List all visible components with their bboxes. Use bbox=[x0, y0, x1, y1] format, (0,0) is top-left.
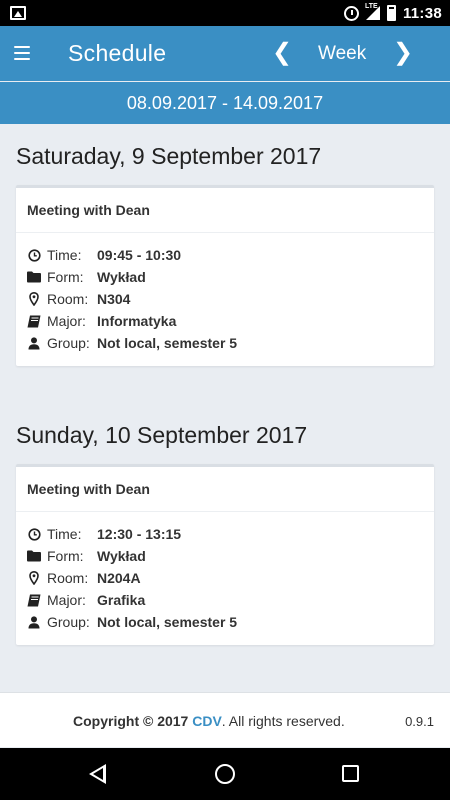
app-version: 0.9.1 bbox=[405, 714, 434, 729]
group-value: Not local, semester 5 bbox=[97, 335, 238, 351]
event-room-row: Room: N304 bbox=[27, 288, 423, 310]
event-time-row: Time: 12:30 - 13:15 bbox=[27, 523, 423, 545]
hamburger-menu-icon[interactable] bbox=[14, 46, 30, 60]
home-icon[interactable] bbox=[215, 764, 235, 784]
book-icon bbox=[27, 593, 41, 607]
image-notification-icon bbox=[10, 6, 26, 20]
status-time: 11:38 bbox=[402, 4, 442, 22]
time-label: Time: bbox=[47, 247, 82, 263]
copyright-prefix: Copyright © 2017 bbox=[73, 713, 189, 729]
event-group-row: Group: Not local, semester 5 bbox=[27, 611, 423, 633]
form-value: Wykład bbox=[97, 548, 146, 564]
event-time-row: Time: 09:45 - 10:30 bbox=[27, 244, 423, 266]
form-value: Wykład bbox=[97, 269, 146, 285]
copyright-suffix: . All rights reserved. bbox=[221, 713, 345, 729]
day-heading: Saturaday, 9 September 2017 bbox=[16, 143, 322, 169]
status-bar: LTE 11:38 bbox=[0, 0, 450, 26]
previous-week-chevron-icon[interactable]: ❮ bbox=[272, 40, 292, 66]
event-major-row: Major: Grafika bbox=[27, 589, 423, 611]
date-range: 08.09.2017 - 14.09.2017 bbox=[0, 82, 450, 124]
page-title: Schedule bbox=[68, 40, 167, 66]
network-type: LTE bbox=[364, 3, 378, 10]
back-icon[interactable] bbox=[89, 764, 106, 784]
group-label: Group: bbox=[47, 614, 90, 630]
folder-icon bbox=[27, 270, 41, 284]
view-mode-week[interactable]: Week bbox=[318, 43, 366, 65]
app-bar: Schedule ❮ Week ❯ bbox=[0, 26, 450, 81]
day-heading: Sunday, 10 September 2017 bbox=[16, 422, 308, 448]
event-form-row: Form: Wykład bbox=[27, 545, 423, 567]
major-label: Major: bbox=[47, 313, 86, 329]
event-form-row: Form: Wykład bbox=[27, 266, 423, 288]
event-title: Meeting with Dean bbox=[16, 467, 434, 512]
clock-icon bbox=[27, 527, 41, 541]
book-icon bbox=[27, 314, 41, 328]
room-value: N304 bbox=[97, 291, 131, 307]
room-value: N204A bbox=[97, 570, 141, 586]
group-value: Not local, semester 5 bbox=[97, 614, 238, 630]
brand-link[interactable]: CDV bbox=[192, 713, 222, 729]
user-icon bbox=[27, 615, 41, 629]
time-label: Time: bbox=[47, 526, 82, 542]
form-label: Form: bbox=[47, 548, 84, 564]
copyright: Copyright © 2017 CDV. All rights reserve… bbox=[73, 713, 345, 729]
event-title: Meeting with Dean bbox=[16, 188, 434, 233]
alarm-icon bbox=[343, 5, 359, 21]
user-icon bbox=[27, 336, 41, 350]
event-card[interactable]: Meeting with Dean Time: 12:30 - 13:15 Fo… bbox=[16, 464, 434, 645]
time-value: 12:30 - 13:15 bbox=[97, 526, 182, 542]
battery-icon bbox=[386, 5, 396, 21]
major-value: Grafika bbox=[97, 592, 146, 608]
footer: Copyright © 2017 CDV. All rights reserve… bbox=[0, 692, 450, 747]
system-nav-bar bbox=[0, 748, 450, 800]
event-major-row: Major: Informatyka bbox=[27, 310, 423, 332]
group-label: Group: bbox=[47, 335, 90, 351]
clock-icon bbox=[27, 248, 41, 262]
folder-icon bbox=[27, 549, 41, 563]
next-week-chevron-icon[interactable]: ❯ bbox=[393, 40, 413, 66]
map-marker-icon bbox=[27, 571, 41, 585]
major-label: Major: bbox=[47, 592, 86, 608]
signal-icon: LTE bbox=[364, 3, 380, 20]
event-card[interactable]: Meeting with Dean Time: 09:45 - 10:30 Fo… bbox=[16, 185, 434, 366]
major-value: Informatyka bbox=[97, 313, 177, 329]
map-marker-icon bbox=[27, 292, 41, 306]
form-label: Form: bbox=[47, 269, 84, 285]
recent-apps-icon[interactable] bbox=[342, 765, 359, 782]
room-label: Room: bbox=[47, 291, 89, 307]
event-room-row: Room: N204A bbox=[27, 567, 423, 589]
event-group-row: Group: Not local, semester 5 bbox=[27, 332, 423, 354]
time-value: 09:45 - 10:30 bbox=[97, 247, 182, 263]
room-label: Room: bbox=[47, 570, 89, 586]
